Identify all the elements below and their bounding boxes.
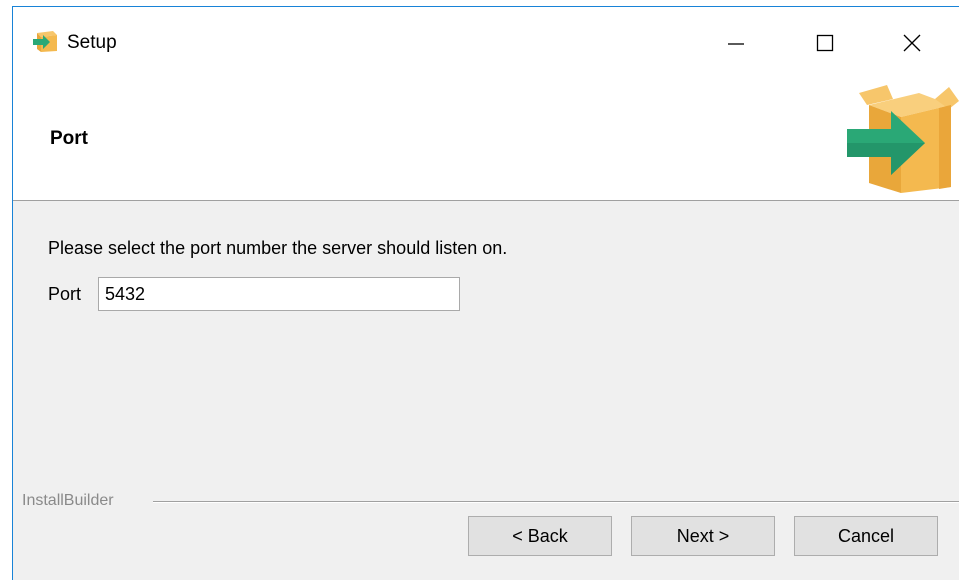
- maximize-button[interactable]: [802, 25, 848, 61]
- maximize-icon: [816, 34, 834, 52]
- page-title: Port: [50, 128, 88, 149]
- instructions-text: Please select the port number the server…: [48, 238, 508, 258]
- setup-window: Setup Port Please select the port number…: [12, 6, 959, 580]
- minimize-button[interactable]: [713, 25, 759, 61]
- close-button[interactable]: [889, 25, 935, 61]
- page-header: Port: [13, 79, 959, 201]
- close-icon: [903, 34, 921, 52]
- port-label: Port: [48, 284, 82, 304]
- installer-box-icon: [33, 31, 57, 52]
- installer-box-arrow-icon: [847, 85, 959, 193]
- next-button[interactable]: Next >: [631, 516, 775, 556]
- minimize-icon: [728, 43, 744, 45]
- back-button[interactable]: < Back: [468, 516, 612, 556]
- installbuilder-brand: InstallBuilder: [22, 492, 124, 510]
- page-content: Please select the port number the server…: [13, 202, 959, 492]
- cancel-button[interactable]: Cancel: [794, 516, 938, 556]
- title-bar[interactable]: Setup: [13, 7, 959, 79]
- footer-divider: [153, 501, 959, 502]
- port-input[interactable]: [98, 277, 460, 311]
- window-title: Setup: [67, 32, 117, 53]
